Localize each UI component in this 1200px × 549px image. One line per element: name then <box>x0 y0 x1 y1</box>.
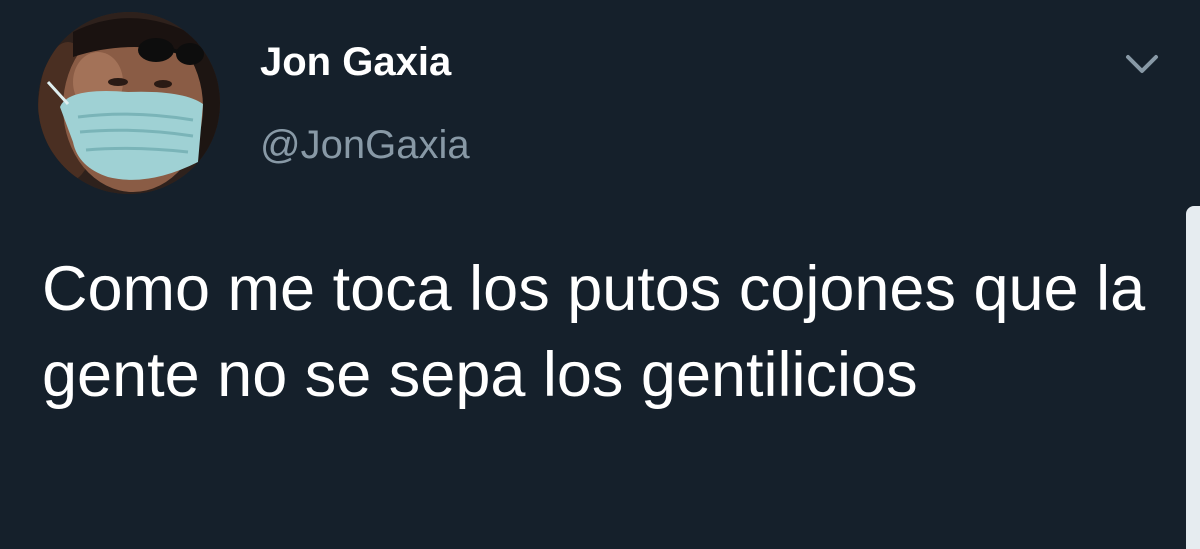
tweet-card: Jon Gaxia @JonGaxia Como me toca los put… <box>0 0 1200 549</box>
display-name[interactable]: Jon Gaxia <box>260 38 451 86</box>
scrollbar[interactable] <box>1186 206 1200 549</box>
user-handle[interactable]: @JonGaxia <box>260 121 470 169</box>
avatar[interactable] <box>38 12 220 194</box>
tweet-text: Como me toca los putos cojones que la ge… <box>42 254 1146 410</box>
avatar-image <box>38 12 220 194</box>
chevron-down-icon[interactable] <box>1118 40 1166 88</box>
